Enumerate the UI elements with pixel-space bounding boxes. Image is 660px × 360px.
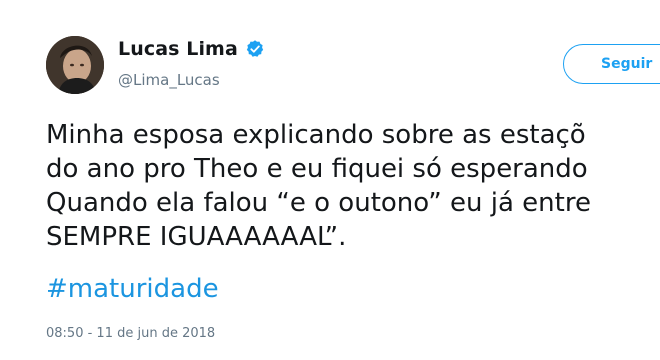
- tweet-text-line: Minha esposa explicando sobre as estaçõ: [46, 120, 586, 150]
- hashtag-link[interactable]: #maturidade: [46, 272, 219, 306]
- verified-badge-icon: [245, 39, 265, 59]
- tweet-card: Lucas Lima @Lima_Lucas Seguir Minha espo…: [0, 0, 660, 360]
- tweet-text-line: SEMPRE IGUAAAAAAL”.: [46, 222, 347, 252]
- author-name-row[interactable]: Lucas Lima: [118, 38, 265, 60]
- profile-photo-icon: [46, 36, 104, 94]
- author-display-name[interactable]: Lucas Lima: [118, 38, 238, 60]
- tweet-text-line: do ano pro Theo e eu fiquei só esperando: [46, 154, 588, 184]
- author-handle[interactable]: @Lima_Lucas: [118, 71, 220, 89]
- tweet-text-line: Quando ela falou “e o outono” eu já entr…: [46, 188, 591, 218]
- avatar[interactable]: [46, 36, 104, 94]
- tweet-text: Minha esposa explicando sobre as estaçõ …: [46, 118, 660, 254]
- tweet-timestamp[interactable]: 08:50 - 11 de jun de 2018: [46, 326, 215, 341]
- follow-button[interactable]: Seguir: [563, 44, 660, 84]
